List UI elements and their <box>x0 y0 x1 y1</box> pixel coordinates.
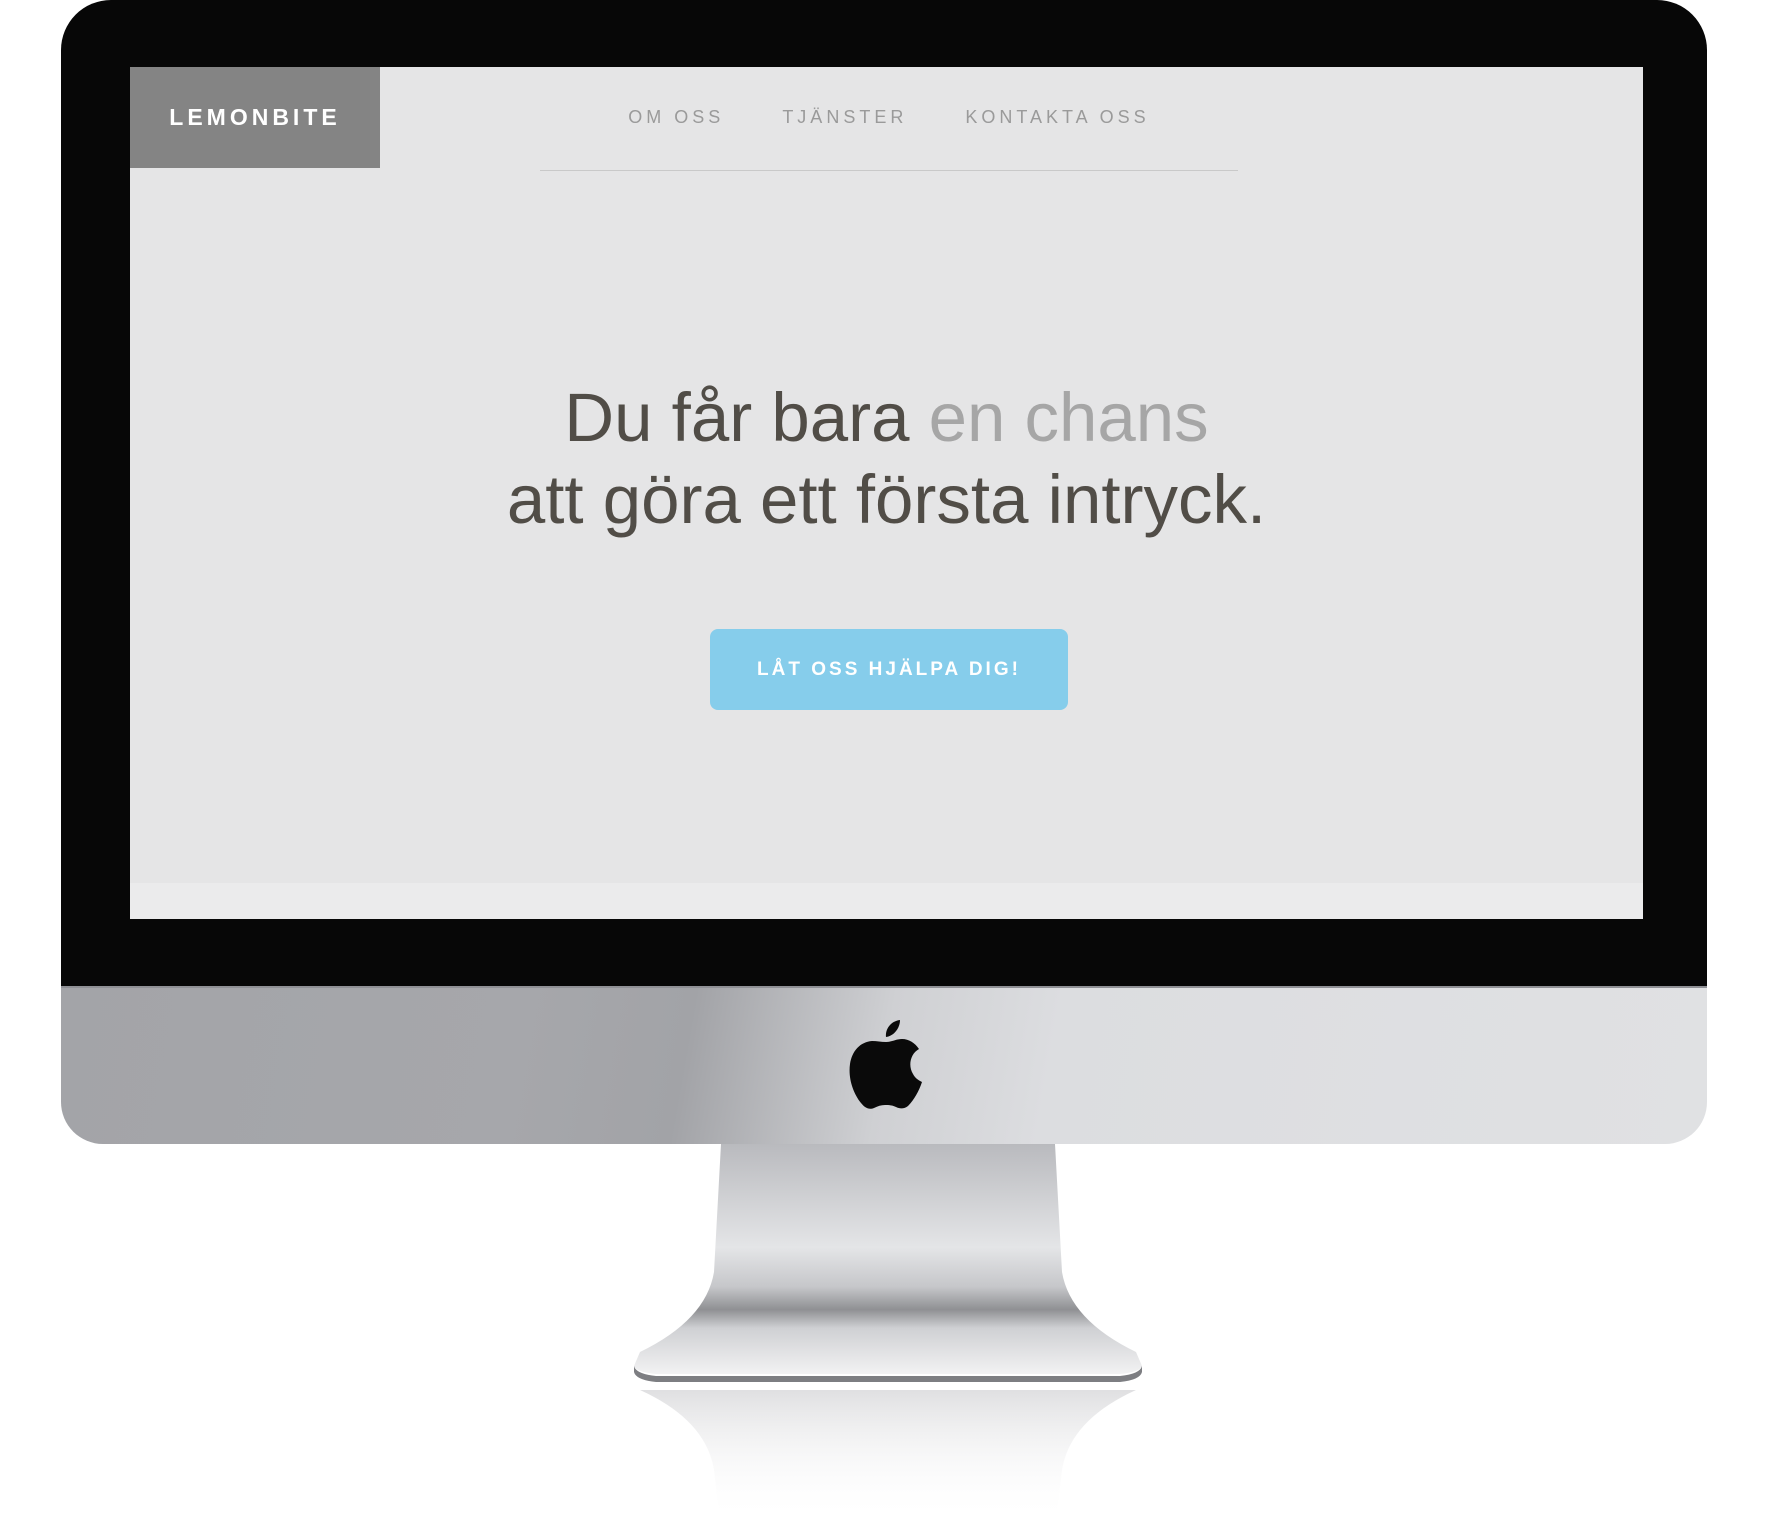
cta-button[interactable]: LÅT OSS HJÄLPA DIG! <box>710 629 1068 710</box>
screen: LEMONBITE OM OSS TJÄNSTER KONTAKTA OSS D… <box>130 67 1643 919</box>
nav-link-kontakta-oss[interactable]: KONTAKTA OSS <box>965 107 1149 128</box>
hero-line-1-accent: en chans <box>928 379 1209 456</box>
nav-link-tjanster[interactable]: TJÄNSTER <box>782 107 907 128</box>
hero-line-1: Du får bara en chans <box>130 377 1643 459</box>
brand-logo[interactable]: LEMONBITE <box>130 67 380 168</box>
screen-footer-strip <box>130 883 1643 919</box>
nav-link-om-oss[interactable]: OM OSS <box>628 107 724 128</box>
hero-line-1-prefix: Du får bara <box>564 379 910 456</box>
imac-mockup: LEMONBITE OM OSS TJÄNSTER KONTAKTA OSS D… <box>0 0 1779 1521</box>
hero-headline: Du får bara en chans att göra ett första… <box>130 377 1643 541</box>
main-nav: OM OSS TJÄNSTER KONTAKTA OSS <box>540 67 1238 171</box>
hero-line-2: att göra ett första intryck. <box>506 461 1267 538</box>
apple-icon <box>849 1020 922 1109</box>
